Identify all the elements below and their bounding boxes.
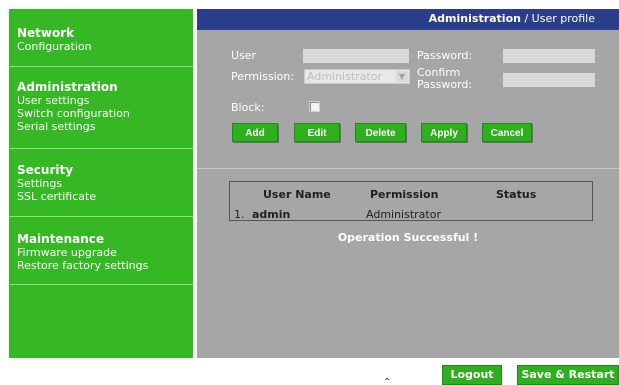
sidebar-nav: Network Configuration Administration Use… — [9, 9, 193, 358]
logout-button[interactable]: Logout — [442, 365, 502, 385]
column-header-status: Status — [496, 188, 537, 201]
user-label: User — [231, 49, 257, 62]
nav-group-title-network: Network — [17, 26, 75, 40]
delete-button[interactable]: Delete — [355, 123, 406, 142]
user-input[interactable] — [303, 49, 409, 63]
header-bar: Administration / User profile — [197, 9, 619, 30]
chevron-down-icon: ▼ — [396, 71, 408, 82]
save-restart-button[interactable]: Save & Restart — [517, 365, 619, 385]
users-table: User Name Permission Status 1. admin Adm… — [229, 181, 593, 221]
main-panel: Administration / User profile User Passw… — [197, 9, 619, 358]
breadcrumb-separator: / — [520, 12, 532, 25]
nav-item-firmware-upgrade[interactable]: Firmware upgrade — [17, 246, 193, 259]
nav-item-configuration[interactable]: Configuration — [17, 40, 193, 53]
row-user-name: admin — [252, 208, 291, 221]
apply-button[interactable]: Apply — [421, 123, 467, 142]
nav-group-title-security: Security — [17, 163, 74, 177]
block-label: Block: — [231, 101, 265, 114]
cancel-button[interactable]: Cancel — [482, 123, 532, 142]
breadcrumb-page: User profile — [531, 12, 595, 25]
permission-selected-value: Administrator — [307, 70, 382, 83]
add-button[interactable]: Add — [232, 123, 278, 142]
nav-group-administration: Administration User settings Switch conf… — [9, 67, 193, 149]
column-header-user-name: User Name — [263, 188, 331, 201]
confirm-password-label-line2: Password: — [417, 78, 473, 91]
nav-group-security: Security Settings SSL certificate — [9, 149, 193, 217]
divider — [197, 168, 619, 169]
nav-item-user-settings[interactable]: User settings — [17, 94, 193, 107]
permission-select[interactable]: Administrator ▼ — [304, 69, 410, 84]
status-message: Operation Successful ! — [337, 231, 479, 244]
nav-group-title-administration: Administration — [17, 80, 118, 94]
confirm-password-input[interactable] — [503, 73, 595, 87]
nav-item-ssl-certificate[interactable]: SSL certificate — [17, 190, 193, 203]
column-header-permission: Permission — [370, 188, 439, 201]
password-input[interactable] — [503, 49, 595, 63]
password-label: Password: — [417, 49, 473, 62]
permission-label: Permission: — [231, 70, 295, 83]
block-checkbox[interactable] — [309, 101, 320, 112]
row-permission: Administrator — [366, 208, 441, 221]
breadcrumb: Administration / User profile — [429, 12, 595, 25]
nav-group-maintenance: Maintenance Firmware upgrade Restore fac… — [9, 217, 193, 285]
nav-item-security-settings[interactable]: Settings — [17, 177, 193, 190]
edit-button[interactable]: Edit — [294, 123, 340, 142]
nav-group-title-maintenance: Maintenance — [17, 232, 105, 246]
nav-item-serial-settings[interactable]: Serial settings — [17, 120, 193, 133]
nav-item-restore-factory-settings[interactable]: Restore factory settings — [17, 259, 193, 272]
nav-group-network: Network Configuration — [9, 9, 193, 67]
breadcrumb-section: Administration — [428, 12, 521, 25]
row-index: 1. — [234, 208, 245, 221]
nav-item-switch-configuration[interactable]: Switch configuration — [17, 107, 193, 120]
mouse-cursor-icon: ⌃ — [383, 377, 392, 385]
